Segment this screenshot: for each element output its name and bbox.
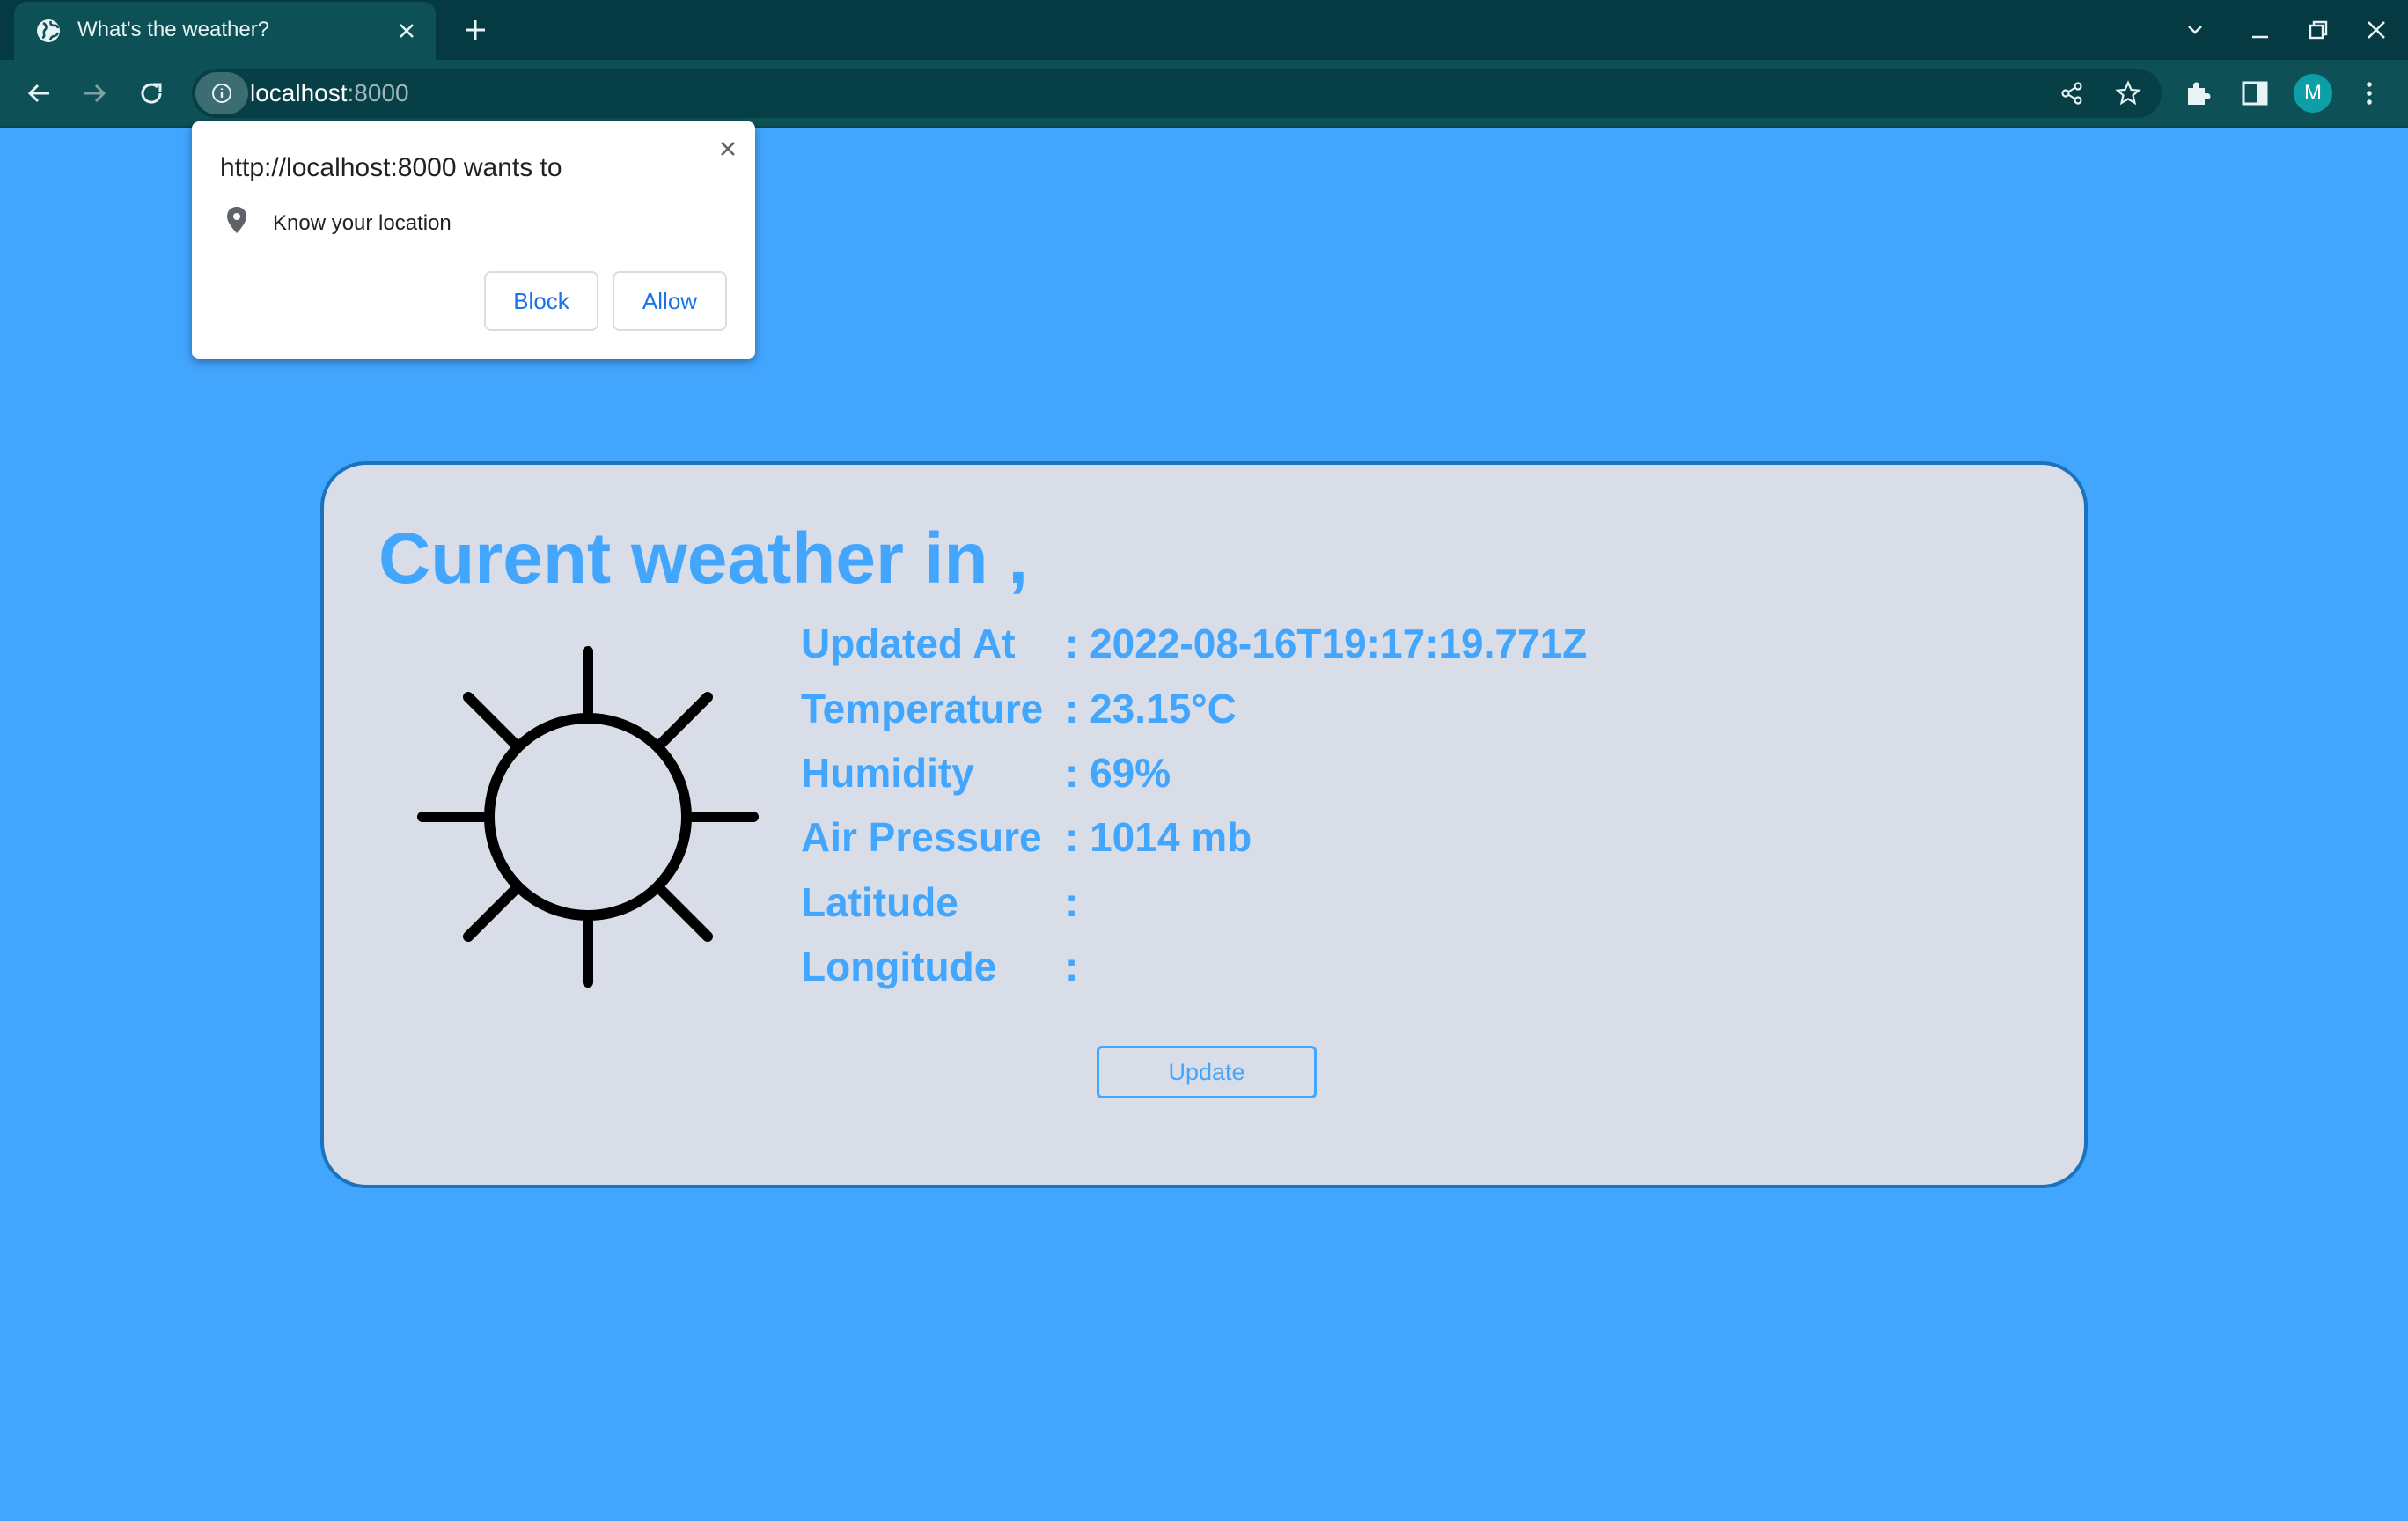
browser-toolbar: localhost:8000 M: [0, 60, 2408, 128]
reload-icon[interactable]: [134, 76, 169, 111]
tab-strip: What's the weather?: [0, 0, 2408, 60]
latitude-label: Latitude: [801, 879, 958, 925]
address-bar[interactable]: localhost:8000: [192, 69, 2162, 118]
longitude-label: Longitude: [801, 944, 997, 989]
globe-icon: [37, 19, 60, 42]
tab-title: What's the weather?: [77, 18, 270, 41]
block-button[interactable]: Block: [484, 271, 598, 331]
side-panel-icon[interactable]: [2239, 77, 2271, 109]
url-host: localhost: [250, 79, 348, 107]
more-menu-icon[interactable]: [2353, 77, 2385, 109]
bookmark-star-icon[interactable]: [2114, 79, 2142, 107]
sun-icon: [417, 646, 759, 988]
location-permission-prompt: http://localhost:8000 wants to Know your…: [192, 121, 755, 359]
share-icon[interactable]: [2058, 79, 2086, 107]
air-pressure-label: Air Pressure: [801, 814, 1042, 860]
tab-weather[interactable]: What's the weather?: [14, 2, 436, 60]
site-info-button[interactable]: [195, 72, 248, 114]
new-tab-icon[interactable]: [461, 16, 489, 44]
temperature-label: Temperature: [801, 686, 1044, 731]
close-icon[interactable]: [716, 137, 739, 160]
tab-search-chevron-icon[interactable]: [2181, 16, 2209, 44]
permission-description: Know your location: [273, 211, 452, 235]
minimize-icon[interactable]: [2246, 16, 2274, 44]
air-pressure-value: : 1014 mb: [1065, 814, 1252, 860]
update-button[interactable]: Update: [1097, 1046, 1317, 1098]
back-icon[interactable]: [21, 76, 56, 111]
profile-avatar[interactable]: M: [2294, 74, 2332, 113]
forward-icon[interactable]: [77, 76, 113, 111]
url-text[interactable]: localhost:8000: [250, 79, 409, 107]
info-icon: [212, 84, 231, 103]
humidity-value: : 69%: [1065, 750, 1171, 796]
allow-button[interactable]: Allow: [613, 271, 727, 331]
page-title: Curent weather in ,: [378, 518, 1029, 599]
location-pin-icon: [227, 207, 246, 233]
longitude-value: :: [1065, 944, 1079, 989]
latitude-value: :: [1065, 879, 1079, 925]
weather-card: Curent weather in , Updated At : 2022-08…: [320, 461, 2088, 1188]
updated-at-value: : 2022-08-16T19:17:19.771Z: [1065, 621, 1588, 666]
updated-at-label: Updated At: [801, 621, 1016, 666]
close-tab-icon[interactable]: [395, 19, 418, 42]
permission-title: http://localhost:8000 wants to: [220, 153, 562, 182]
extensions-puzzle-icon[interactable]: [2183, 77, 2214, 109]
humidity-label: Humidity: [801, 750, 974, 796]
close-window-icon[interactable]: [2362, 16, 2390, 44]
restore-icon[interactable]: [2304, 16, 2332, 44]
url-port: :8000: [347, 79, 409, 107]
temperature-value: : 23.15°C: [1065, 686, 1237, 731]
